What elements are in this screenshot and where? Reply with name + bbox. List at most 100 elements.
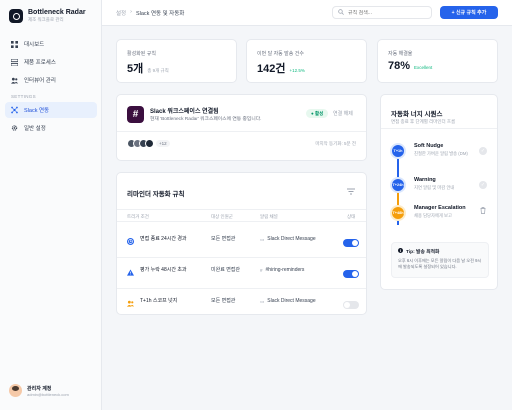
stat-sub: Excellent — [414, 65, 433, 70]
member-avatars[interactable]: +12 — [127, 139, 170, 148]
rule-channel-label: Slack Direct Message — [267, 236, 316, 242]
warning-icon — [127, 269, 134, 276]
check-icon[interactable]: ✓ — [479, 181, 487, 189]
app-name: Bottleneck Radar — [28, 9, 86, 16]
step-tag: T+1h — [390, 143, 406, 159]
search-icon — [338, 8, 344, 17]
network-icon — [11, 106, 18, 114]
status-badge: ● 활성 — [306, 109, 329, 118]
user-email: admin@bottleneck.com — [27, 391, 69, 397]
main-nav: 대시보드 제품 프로세스 인터뷰어 관리 SETTINGS Slack 연동 일 — [5, 36, 97, 138]
stat-label: 활성화된 규칙 — [127, 51, 156, 57]
stat-value-group: 78% Excellent — [388, 60, 432, 72]
table-header: 트리거 조건 대상 인원군 알림 채널 상태 — [117, 209, 366, 222]
breadcrumb: 설정 › Slack 연동 및 자동화 — [116, 9, 184, 17]
avatar — [9, 384, 22, 397]
stat-value-group: 142건 +12.5% — [257, 60, 305, 76]
rule-condition: 면접 종료 24시간 경과 — [140, 236, 187, 242]
rule-condition: T+1h 스코프 넛지 — [140, 298, 178, 304]
rule-target: 모든 면접관 — [211, 298, 236, 304]
sidebar-item-dashboard[interactable]: 대시보드 — [5, 36, 97, 52]
stat-value-group: 5개 총 9개 규칙 — [127, 60, 169, 76]
filter-icon[interactable] — [347, 188, 355, 195]
tip-body: 오후 6시 이후에는 모든 알림이 다음 날 오전 9시에 발송되도록 설정되어… — [398, 258, 482, 269]
sidebar-item-slack[interactable]: Slack 연동 — [5, 102, 97, 118]
user-profile[interactable]: 관리자 계정 admin@bottleneck.com — [9, 384, 69, 397]
search-input[interactable] — [348, 9, 428, 16]
breadcrumb-current: Slack 연동 및 자동화 — [135, 11, 185, 17]
table-row[interactable]: 면접 종료 24시간 경과 모든 면접관 ▭ Slack Direct Mess… — [117, 227, 366, 258]
sidebar-item-interviewers[interactable]: 인터뷰어 관리 — [5, 72, 97, 88]
sidebar-item-general-settings[interactable]: 일반 설정 — [5, 120, 97, 136]
info-icon — [398, 248, 403, 255]
stat-card-monthly-sends: 이번 달 자동 발송 건수 142건 +12.5% — [246, 39, 367, 83]
column-header: 상태 — [347, 214, 356, 219]
disconnect-button[interactable]: 연결 해제 — [333, 110, 353, 117]
step-name: Manager Escalation — [414, 205, 466, 211]
clock-icon — [127, 238, 134, 245]
timeline-title: 자동화 너지 시퀀스 — [391, 111, 443, 118]
last-sync-text: 마지막 동기화: 5분 전 — [315, 141, 356, 146]
sidebar-section-label: SETTINGS — [11, 94, 36, 99]
slack-title: Slack 워크스페이스 연결됨 — [150, 109, 219, 115]
gear-icon — [11, 125, 18, 132]
rule-toggle[interactable] — [343, 270, 359, 278]
divider — [117, 131, 366, 132]
hash-icon: # — [260, 268, 263, 273]
rule-target: 모든 면접관 — [211, 236, 236, 242]
users-icon — [127, 300, 134, 307]
rule-channel-label: Slack Direct Message — [267, 298, 316, 304]
step-description: 지연 알림 및 마감 안내 — [414, 185, 455, 190]
tip-title-row: Tip: 발송 최적화 — [398, 248, 482, 255]
brand[interactable]: Bottleneck Radar 제조 워크플로 관리 — [9, 9, 86, 23]
avatar — [145, 139, 154, 148]
user-name: 관리자 계정 — [27, 385, 52, 392]
sidebar-item-label: 제품 프로세스 — [24, 60, 56, 66]
stat-value: 5개 — [127, 63, 144, 75]
add-rule-button[interactable]: + 신규 규칙 추가 — [440, 6, 498, 19]
slack-description: 현재 'Bottleneck Radar' 워크스페이스에 연동 중입니다. — [150, 117, 262, 122]
stat-sub: 총 9개 규칙 — [147, 68, 169, 73]
rules-title: 리마인더 자동화 규칙 — [127, 191, 185, 198]
rule-channel-label: #hiring-reminders — [265, 267, 305, 273]
table-row[interactable]: 평가 누락 48시간 초과 미완료 면접관 # #hiring-reminder… — [117, 258, 366, 289]
step-name: Warning — [414, 177, 436, 183]
stat-label: 이번 달 자동 발송 건수 — [257, 51, 304, 57]
rule-channel: ▭ Slack Direct Message — [260, 236, 318, 243]
app-subtitle: 제조 워크플로 관리 — [28, 17, 64, 22]
message-icon: ▭ — [260, 237, 265, 242]
sidebar-item-label: 인터뷰어 관리 — [24, 78, 56, 84]
message-icon: ▭ — [260, 299, 265, 304]
nudge-sequence-card: 자동화 너지 시퀀스 면접 종료 후 단계별 리마인더 흐름 T+1h Soft… — [380, 94, 498, 290]
tip-title: Tip: 발송 최적화 — [406, 250, 440, 255]
timeline-subtitle: 면접 종료 후 단계별 리마인더 흐름 — [391, 119, 456, 124]
slack-connection-card: # Slack 워크스페이스 연결됨 현재 'Bottleneck Radar'… — [116, 94, 367, 161]
breadcrumb-item[interactable]: 설정 — [116, 9, 126, 17]
sidebar-item-label: Slack 연동 — [24, 108, 50, 114]
rule-toggle[interactable] — [343, 301, 359, 309]
step-description: 채용 담당자에게 보고 — [414, 213, 452, 218]
column-header: 트리거 조건 — [127, 214, 149, 219]
sidebar-item-process[interactable]: 제품 프로세스 — [5, 54, 97, 70]
slack-logo-icon: # — [127, 106, 144, 123]
stat-sub: +12.5% — [289, 68, 305, 73]
step-tag: T+24h — [390, 177, 406, 193]
rule-toggle[interactable] — [343, 239, 359, 247]
table-row[interactable]: T+1h 스코프 넛지 모든 면접관 ▭ Slack Direct Messag… — [117, 289, 366, 316]
chevron-right-icon: › — [130, 9, 132, 15]
sidebar-item-label: 대시보드 — [24, 42, 45, 48]
stat-value: 78% — [388, 60, 411, 72]
extra-members-count: +12 — [156, 140, 170, 147]
topbar: 설정 › Slack 연동 및 자동화 + 신규 규칙 추가 — [102, 0, 512, 26]
rule-channel: # #hiring-reminders — [260, 267, 318, 274]
step-tag: T+48h — [390, 205, 406, 221]
stat-value: 142건 — [257, 63, 286, 75]
step-name: Soft Nudge — [414, 143, 444, 149]
check-icon[interactable]: ✓ — [479, 147, 487, 155]
rule-channel: ▭ Slack Direct Message — [260, 298, 318, 305]
stat-card-resolution-rate: 자동 해결율 78% Excellent — [377, 39, 498, 83]
search-box[interactable] — [332, 6, 432, 19]
rule-condition: 평가 누락 48시간 초과 — [140, 267, 187, 273]
rule-target: 미완료 면접관 — [211, 267, 240, 273]
trash-icon[interactable] — [480, 207, 486, 216]
